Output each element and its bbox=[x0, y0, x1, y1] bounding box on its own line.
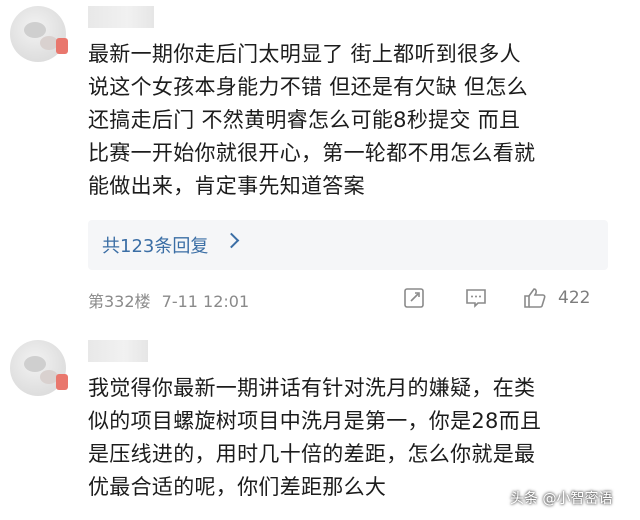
avatar-badge bbox=[56, 38, 68, 54]
thumbs-up-icon[interactable] bbox=[522, 286, 548, 310]
avatar-badge bbox=[56, 374, 68, 390]
like-count: 422 bbox=[558, 288, 591, 308]
watermark: 头条 @小智密语 bbox=[510, 491, 613, 507]
floor-number: 第332楼 bbox=[88, 292, 151, 311]
chevron-right-icon bbox=[223, 232, 240, 249]
comment-icon[interactable] bbox=[464, 286, 488, 310]
edit-icon[interactable] bbox=[402, 286, 426, 310]
username-blurred[interactable] bbox=[88, 6, 154, 28]
comment-meta: 第332楼 7-11 12:01 bbox=[88, 288, 249, 312]
comment-date: 7-11 12:01 bbox=[161, 292, 250, 311]
comment-item-1: 最新一期你走后门太明显了 街上都听到很多人 说这个女孩本身能力不错 但还是有欠缺… bbox=[0, 0, 640, 330]
username-blurred[interactable] bbox=[88, 340, 148, 362]
comment-text: 我觉得你最新一期讲话有针对洗月的嫌疑，在类 似的项目螺旋树项目中洗月是第一，你是… bbox=[88, 376, 542, 499]
comment-text: 最新一期你走后门太明显了 街上都听到很多人 说这个女孩本身能力不错 但还是有欠缺… bbox=[88, 42, 536, 198]
replies-button[interactable]: 共123条回复 bbox=[88, 220, 608, 270]
replies-count-label: 共123条回复 bbox=[102, 236, 209, 257]
